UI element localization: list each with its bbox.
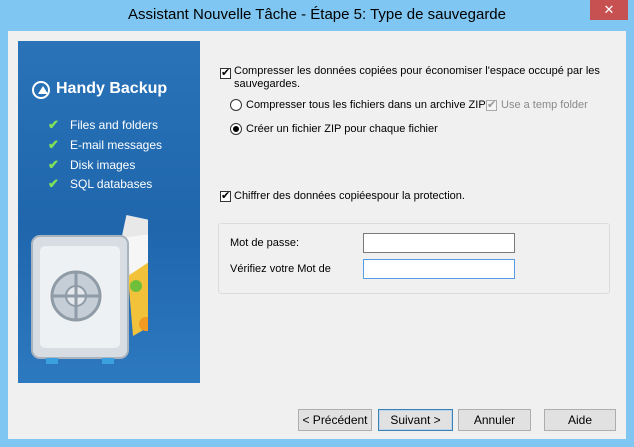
per-file-zip-label: Créer un fichier ZIP pour chaque fichier [246,123,438,135]
feature-label: Disk images [70,158,136,172]
close-button[interactable]: ✕ [590,0,628,20]
help-button[interactable]: Aide [544,409,616,431]
next-button[interactable]: Suivant > [378,409,453,431]
feature-item: ✔ Files and folders [48,117,159,132]
verify-password-input[interactable] [363,259,515,279]
title-bar[interactable]: Assistant Nouvelle Tâche - Étape 5: Type… [0,0,634,31]
window-title: Assistant Nouvelle Tâche - Étape 5: Type… [127,6,506,23]
safe-illustration [31,214,148,364]
previous-button[interactable]: < Précédent [298,409,372,431]
feature-label: E-mail messages [70,138,163,152]
product-banner: Handy Backup ✔ Files and folders ✔ E-mai… [18,41,200,383]
logo-text: Handy Backup [56,80,168,97]
cancel-button[interactable]: Annuler [458,409,531,431]
per-file-zip-radio[interactable] [230,123,242,135]
verify-password-label: Vérifiez votre Mot de [230,263,331,275]
checkmark-icon: ✔ [48,117,59,132]
feature-item: ✔ E-mail messages [48,137,163,152]
single-zip-label: Compresser tous les fichiers dans un arc… [246,99,486,111]
dialog-client-area: Handy Backup ✔ Files and folders ✔ E-mai… [8,31,626,439]
feature-item: ✔ Disk images [48,157,136,172]
temp-folder-label: Use a temp folder [501,99,588,111]
password-label: Mot de passe: [230,237,300,249]
feature-label: Files and folders [70,118,159,132]
password-input[interactable] [363,233,515,253]
checkmark-icon: ✔ [48,157,59,172]
single-zip-radio[interactable] [230,99,242,111]
logo-icon [32,81,50,99]
checkmark-icon: ✔ [48,176,59,191]
encrypt-checkbox[interactable] [220,189,231,202]
compress-checkbox[interactable] [220,66,231,79]
wizard-window: Assistant Nouvelle Tâche - Étape 5: Type… [0,0,634,447]
encrypt-label: Chiffrer des données copiéespour la prot… [234,190,465,202]
temp-folder-checkbox[interactable] [486,98,497,111]
feature-item: ✔ SQL databases [48,176,153,191]
checkmark-icon: ✔ [48,137,59,152]
feature-label: SQL databases [70,177,153,191]
compress-label: Compresser les données copiées pour écon… [234,65,600,90]
product-logo: Handy Backup [32,79,192,105]
